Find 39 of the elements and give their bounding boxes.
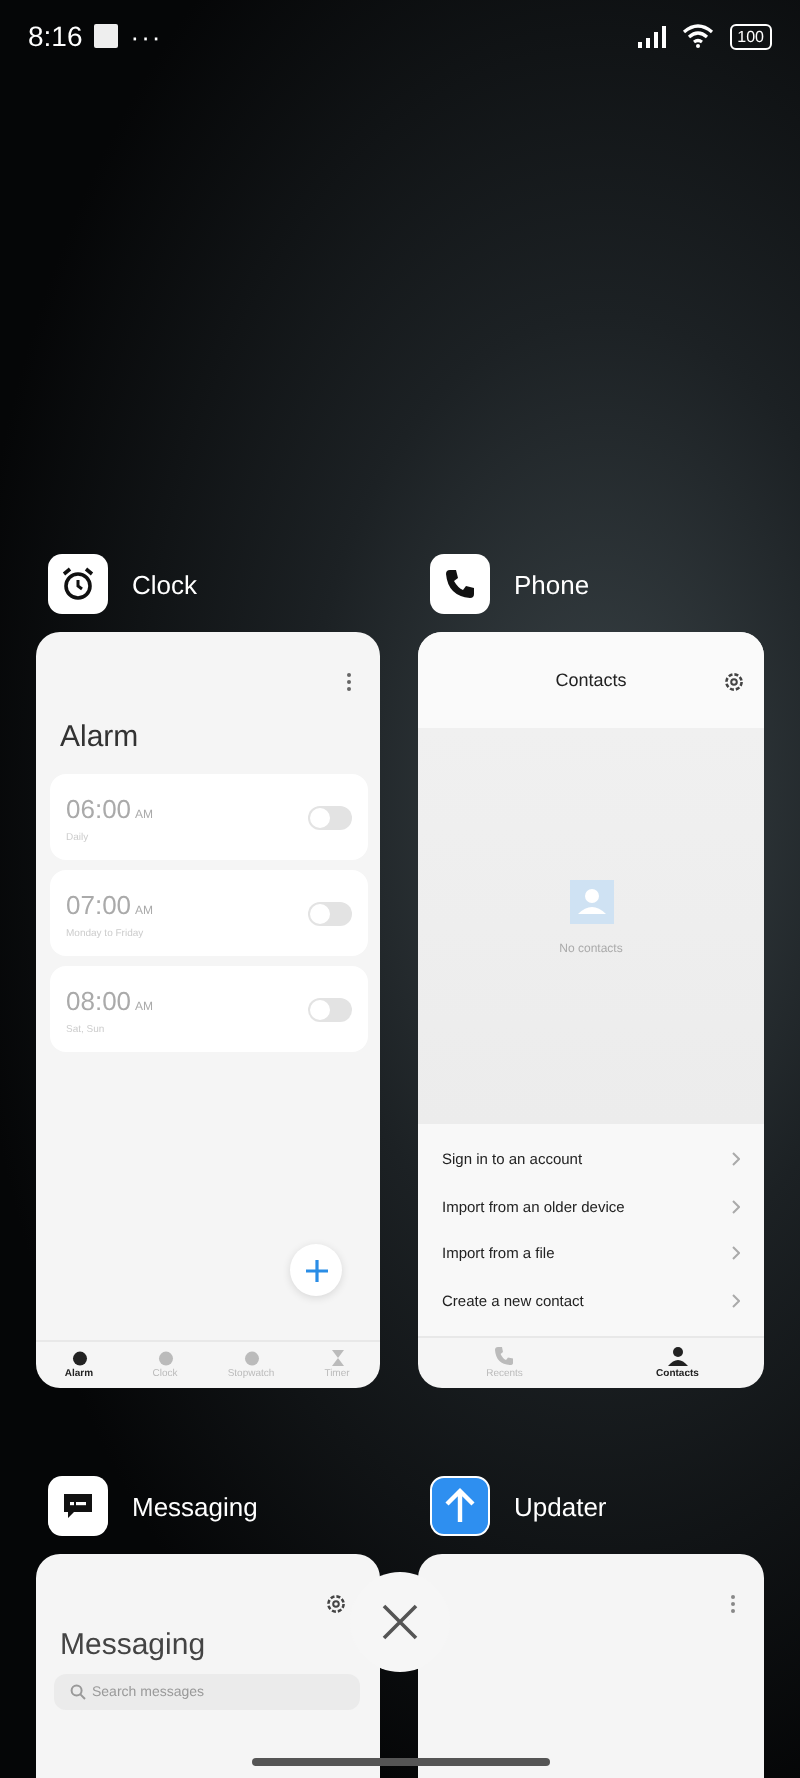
app-name: Clock: [132, 569, 198, 599]
phone-icon: [494, 1346, 515, 1366]
alarm-toggle[interactable]: [308, 997, 352, 1021]
more-options-icon[interactable]: [346, 672, 352, 692]
hourglass-icon: [329, 1350, 345, 1366]
app-icon[interactable]: [48, 554, 108, 614]
screen-title: Alarm: [60, 720, 141, 754]
settings-icon[interactable]: [326, 1594, 346, 1614]
chevron-right-icon: [732, 1152, 740, 1167]
add-alarm-button[interactable]: [290, 1244, 342, 1296]
app-name: Phone: [514, 569, 590, 599]
plus-icon: [305, 1259, 327, 1281]
wifi-icon: [681, 24, 714, 48]
more-options-icon[interactable]: [730, 1594, 736, 1614]
chevron-right-icon: [732, 1293, 740, 1308]
more-notifications: ···: [130, 21, 163, 51]
signal-icon: [637, 25, 670, 47]
app-icon[interactable]: [430, 1476, 490, 1536]
search-icon: [70, 1684, 86, 1700]
app-name: Messaging: [132, 1491, 258, 1521]
chevron-right-icon: [732, 1199, 740, 1214]
screen-title: Messaging: [60, 1628, 208, 1662]
settings-icon[interactable]: [724, 672, 744, 692]
screen-title: Contacts: [555, 670, 627, 690]
alarm-time: 06:00: [66, 793, 132, 823]
app-icon[interactable]: [430, 554, 490, 614]
app-name: Updater: [514, 1491, 607, 1521]
notification-icon: [94, 24, 119, 48]
alarm-toggle[interactable]: [308, 805, 352, 829]
contact-avatar-icon: [569, 880, 613, 924]
alarm-toggle[interactable]: [308, 901, 352, 925]
app-icon[interactable]: [48, 1476, 108, 1536]
close-icon: [382, 1604, 418, 1640]
chevron-right-icon: [732, 1246, 740, 1261]
alarm-time: 08:00: [66, 985, 132, 1015]
battery-indicator: 100: [729, 23, 772, 49]
person-icon: [667, 1346, 688, 1366]
status-time: 8:16: [28, 20, 83, 52]
alarm-time: 07:00: [66, 889, 132, 919]
